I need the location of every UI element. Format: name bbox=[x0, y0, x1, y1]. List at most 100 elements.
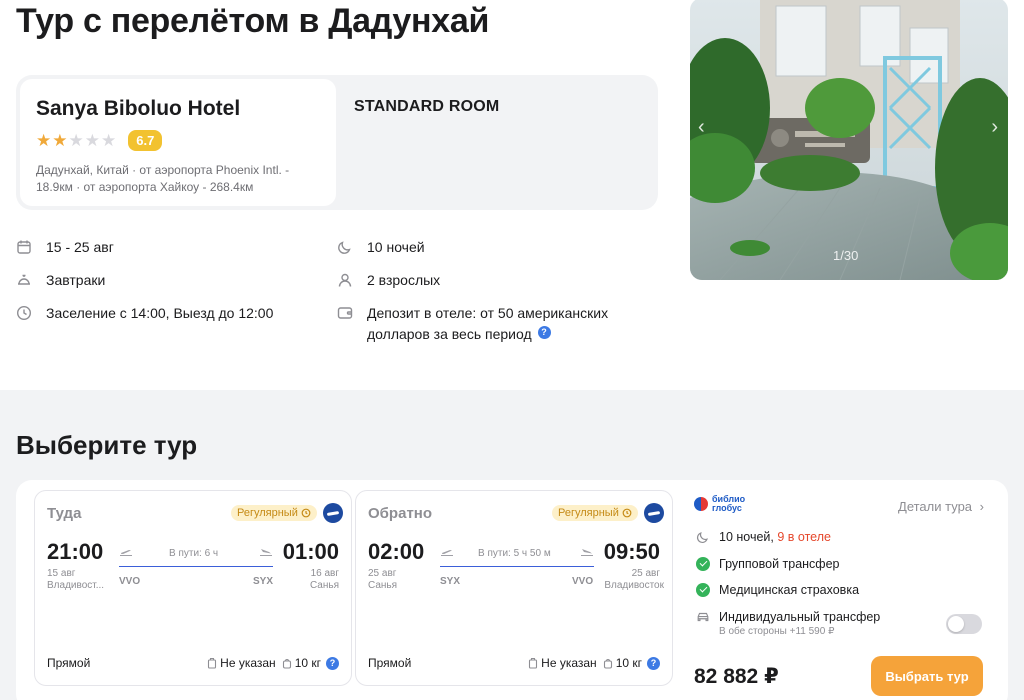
hotel-location: Дадунхай, Китай · от аэропорта Phoenix I… bbox=[36, 163, 290, 194]
baggage-text: Не указан bbox=[220, 656, 276, 670]
info-checkin-text: Заселение с 14:00, Выезд до 12:00 bbox=[46, 305, 274, 321]
landing-icon bbox=[260, 549, 272, 556]
departure-date: 25 авг bbox=[368, 568, 397, 579]
takeoff-icon bbox=[441, 550, 453, 556]
photo-prev-button[interactable]: ‹ bbox=[698, 116, 705, 139]
flight-inbound[interactable]: Обратно Регулярный 02:00 25 авг Санья В … bbox=[355, 490, 673, 686]
choose-tour-button[interactable]: Выбрать тур bbox=[871, 656, 983, 696]
operator-logo-icon bbox=[694, 497, 708, 511]
calendar-icon bbox=[17, 240, 31, 254]
hotel-rating: ★ ★ ★ ★ ★ 6.7 bbox=[36, 129, 320, 151]
info-checkin: Заселение с 14:00, Выезд до 12:00 bbox=[16, 303, 273, 324]
hotel-photo bbox=[690, 0, 1008, 280]
flight-duration: В пути: 6 ч bbox=[169, 548, 219, 559]
help-icon[interactable]: ? bbox=[537, 326, 551, 339]
hotel-card[interactable]: Sanya Biboluo Hotel ★ ★ ★ ★ ★ 6.7 Дадунхай, … bbox=[20, 79, 336, 206]
baggage: Не указан bbox=[207, 656, 276, 670]
flight-outbound[interactable]: Туда Регулярный 21:00 15 авг Владивост..… bbox=[34, 490, 352, 686]
room-name: STANDARD ROOM bbox=[354, 98, 500, 115]
tour-details-link[interactable]: Детали тура › bbox=[898, 499, 984, 514]
landing-icon bbox=[581, 549, 593, 556]
hotel-name[interactable]: Sanya Biboluo Hotel bbox=[36, 97, 320, 121]
clock-icon bbox=[16, 305, 32, 321]
suitcase-icon bbox=[529, 657, 538, 669]
tour-price: 82 882 ₽ bbox=[694, 665, 779, 688]
arrival-city: Санья bbox=[309, 580, 339, 591]
photo-counter: 1/30 bbox=[833, 248, 859, 263]
airline-logo-icon bbox=[644, 503, 664, 523]
suitcase-icon bbox=[208, 657, 217, 669]
info-deposit: Депозит в отеле: от 50 американских долл… bbox=[337, 303, 637, 345]
airline-logo-icon bbox=[323, 503, 343, 523]
chevron-right-icon: › bbox=[979, 499, 984, 514]
hand-luggage-text: 10 кг bbox=[294, 656, 321, 670]
departure-time: 02:00 bbox=[368, 539, 425, 564]
wallet-icon bbox=[337, 307, 353, 319]
baggage-info: Не указан 10 кг ? bbox=[522, 656, 660, 670]
hand-luggage: 10 кг bbox=[603, 656, 642, 670]
history-icon bbox=[301, 508, 311, 518]
moon-icon bbox=[697, 532, 708, 543]
individual-transfer-toggle[interactable] bbox=[946, 614, 982, 634]
departure-time: 21:00 bbox=[47, 539, 104, 564]
star-empty-icon: ★ bbox=[84, 130, 100, 150]
baggage: Не указан bbox=[528, 656, 597, 670]
summary-nights-text: 10 ночей, bbox=[719, 530, 774, 544]
star-filled-icon: ★ bbox=[36, 130, 52, 150]
info-nights: 10 ночей bbox=[337, 237, 425, 258]
info-meals-text: Завтраки bbox=[46, 272, 106, 288]
info-nights-text: 10 ночей bbox=[367, 239, 425, 255]
tour-summary: библио глобус Детали тура › 10 ночей, 9 … bbox=[692, 490, 996, 700]
cloche-icon bbox=[18, 274, 30, 285]
departure-city: Санья bbox=[368, 580, 398, 591]
flight-type: Прямой bbox=[47, 656, 91, 670]
arrival-airport-code: VVO bbox=[572, 576, 594, 587]
regular-badge: Регулярный bbox=[231, 505, 317, 521]
check-icon bbox=[696, 557, 710, 571]
info-dates: 15 - 25 авг bbox=[16, 237, 114, 258]
baggage-text: Не указан bbox=[541, 656, 597, 670]
moon-icon bbox=[338, 241, 351, 254]
flight-route-line bbox=[119, 566, 273, 567]
summary-transfer: Групповой трансфер bbox=[696, 557, 840, 571]
hotel-summary: Sanya Biboluo Hotel ★ ★ ★ ★ ★ 6.7 Дадунхай, … bbox=[16, 75, 658, 210]
info-meals: Завтраки bbox=[16, 270, 105, 291]
arrival-time: 09:50 bbox=[603, 539, 660, 564]
summary-transfer-text: Групповой трансфер bbox=[719, 557, 840, 571]
regular-badge: Регулярный bbox=[552, 505, 638, 521]
hand-luggage: 10 кг bbox=[282, 656, 321, 670]
flight-type: Прямой bbox=[368, 656, 412, 670]
arrival-date: 25 авг bbox=[631, 568, 660, 579]
star-empty-icon: ★ bbox=[68, 130, 84, 150]
page-title: Тур с перелётом в Дадунхай bbox=[16, 2, 490, 40]
bag-icon bbox=[603, 659, 612, 669]
history-icon bbox=[622, 508, 632, 518]
tour-card: Туда Регулярный 21:00 15 авг Владивост..… bbox=[16, 480, 1008, 700]
info-guests: 2 взрослых bbox=[337, 270, 440, 291]
baggage-info: Не указан 10 кг ? bbox=[201, 656, 339, 670]
departure-date: 15 авг bbox=[47, 568, 76, 579]
help-icon[interactable]: ? bbox=[647, 656, 660, 670]
section-title: Выберите тур bbox=[16, 430, 198, 460]
takeoff-icon bbox=[120, 550, 132, 556]
person-icon bbox=[338, 273, 352, 287]
bag-icon bbox=[282, 659, 291, 669]
info-dates-text: 15 - 25 авг bbox=[46, 239, 114, 255]
arrival-city: Владивосток bbox=[604, 580, 664, 591]
flight-duration: В пути: 5 ч 50 м bbox=[478, 548, 551, 559]
operator-logo-text: библио глобус bbox=[712, 494, 746, 513]
hotel-photo-gallery[interactable]: ‹ › 1/30 bbox=[690, 0, 1008, 280]
car-icon bbox=[697, 612, 709, 622]
summary-individual-transfer: Индивидуальный трансфер bbox=[696, 610, 880, 624]
info-deposit-text: Депозит в отеле: от 50 американских долл… bbox=[367, 305, 609, 342]
help-icon[interactable]: ? bbox=[326, 656, 339, 670]
star-empty-icon: ★ bbox=[101, 130, 117, 150]
photo-next-button[interactable]: › bbox=[991, 116, 998, 139]
flight-direction-label: Туда bbox=[47, 505, 82, 522]
flight-route-line bbox=[440, 566, 594, 567]
arrival-date: 16 авг bbox=[310, 568, 339, 579]
hotel-score-badge: 6.7 bbox=[128, 129, 163, 151]
regular-badge-text: Регулярный bbox=[558, 507, 619, 519]
hand-luggage-text: 10 кг bbox=[615, 656, 642, 670]
star-filled-icon: ★ bbox=[52, 130, 68, 150]
